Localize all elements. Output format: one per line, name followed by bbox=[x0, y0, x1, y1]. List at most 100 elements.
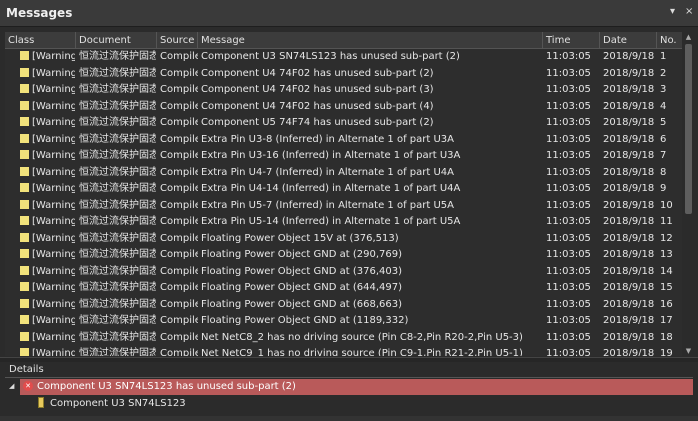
document-cell: 恒流过流保护固态 bbox=[79, 331, 156, 343]
number-cell: 8 bbox=[660, 166, 667, 178]
table-row[interactable]: [Warning 恒流过流保护固态 CompilerFloating Power O… bbox=[5, 313, 682, 330]
column-header-source[interactable]: Source bbox=[157, 32, 198, 49]
class-label: [Warning bbox=[32, 67, 75, 79]
class-cell: [Warning bbox=[5, 280, 75, 297]
bottom-edge bbox=[0, 416, 698, 421]
document-cell: 恒流过流保护固态 bbox=[79, 232, 156, 244]
component-icon bbox=[38, 397, 44, 408]
table-row[interactable]: [Warning 恒流过流保护固态 CompilerComponent U3 SN7… bbox=[5, 49, 682, 66]
table-row[interactable]: [Warning 恒流过流保护固态 CompilerComponent U4 74F… bbox=[5, 99, 682, 116]
message-cell: Extra Pin U5-14 (Inferred) in Alternate … bbox=[201, 216, 461, 227]
time-cell: 11:03:05 bbox=[546, 216, 591, 227]
class-label: [Warning bbox=[32, 51, 75, 62]
document-cell: 恒流过流保护固态 bbox=[79, 133, 156, 145]
class-label: [Warning bbox=[32, 133, 75, 145]
document-cell: 恒流过流保护固态 bbox=[79, 265, 156, 277]
source-cell: Compiler bbox=[160, 216, 198, 227]
source-cell: Compiler bbox=[160, 133, 198, 145]
time-cell: 11:03:05 bbox=[546, 166, 591, 178]
class-label: [Warning bbox=[32, 199, 75, 211]
table-row[interactable]: [Warning 恒流过流保护固态 CompilerNet NetC8_2 has … bbox=[5, 330, 682, 347]
document-cell: 恒流过流保护固态 bbox=[79, 315, 156, 326]
source-cell: Compiler bbox=[160, 117, 198, 128]
details-title: Details bbox=[9, 364, 44, 375]
number-cell: 14 bbox=[660, 265, 673, 277]
message-cell: Floating Power Object GND at (290,769) bbox=[201, 249, 402, 260]
dropdown-arrow-icon[interactable]: ▾ bbox=[670, 6, 675, 17]
warning-icon bbox=[20, 67, 29, 77]
close-icon[interactable]: × bbox=[685, 6, 693, 17]
table-row[interactable]: [Warning 恒流过流保护固态 CompilerFloating Power O… bbox=[5, 231, 682, 248]
time-cell: 11:03:05 bbox=[546, 199, 591, 211]
warning-icon bbox=[20, 150, 29, 159]
source-cell: Compiler bbox=[160, 265, 198, 277]
table-row[interactable]: [Warning 恒流过流保护固态 CompilerFloating Power O… bbox=[5, 280, 682, 297]
expand-triangle-icon[interactable]: ◢ bbox=[9, 382, 14, 390]
column-header-message[interactable]: Message bbox=[198, 32, 543, 49]
scroll-up-arrow-icon[interactable]: ▲ bbox=[683, 32, 694, 42]
warning-icon bbox=[20, 84, 29, 93]
details-message: Component U3 SN74LS123 has unused sub-pa… bbox=[37, 381, 296, 392]
source-cell: Compiler bbox=[160, 51, 198, 62]
document-cell: 恒流过流保护固态 bbox=[79, 117, 156, 128]
table-row[interactable]: [Warning 恒流过流保护固态 CompilerExtra Pin U4-14 … bbox=[5, 181, 682, 198]
table-row[interactable]: [Warning 恒流过流保护固态 CompilerNet NetC9_1 has … bbox=[5, 346, 682, 356]
time-cell: 11:03:05 bbox=[546, 150, 591, 161]
date-cell: 2018/9/18 bbox=[603, 232, 655, 244]
table-row[interactable]: [Warning 恒流过流保护固态 CompilerExtra Pin U5-7 (… bbox=[5, 198, 682, 215]
table-row[interactable]: [Warning 恒流过流保护固态 CompilerExtra Pin U5-14 … bbox=[5, 214, 682, 231]
class-cell: [Warning bbox=[5, 214, 75, 231]
time-cell: 11:03:05 bbox=[546, 51, 591, 62]
warning-icon bbox=[20, 216, 29, 225]
scroll-down-arrow-icon[interactable]: ▼ bbox=[683, 346, 694, 356]
number-cell: 2 bbox=[660, 67, 667, 79]
table-row[interactable]: [Warning 恒流过流保护固态 CompilerComponent U5 74F… bbox=[5, 115, 682, 132]
class-cell: [Warning bbox=[5, 115, 75, 132]
table-row[interactable]: [Warning 恒流过流保护固态 CompilerExtra Pin U3-16 … bbox=[5, 148, 682, 165]
table-row[interactable]: [Warning 恒流过流保护固态 CompilerExtra Pin U4-7 (… bbox=[5, 165, 682, 182]
table-row[interactable]: [Warning 恒流过流保护固态 CompilerFloating Power O… bbox=[5, 264, 682, 281]
table-row[interactable]: [Warning 恒流过流保护固态 CompilerExtra Pin U3-8 (… bbox=[5, 132, 682, 149]
time-cell: 11:03:05 bbox=[546, 100, 591, 112]
table-row[interactable]: [Warning 恒流过流保护固态 CompilerFloating Power O… bbox=[5, 297, 682, 314]
warning-icon bbox=[20, 183, 29, 192]
source-cell: Compiler bbox=[160, 100, 198, 112]
date-cell: 2018/9/18 bbox=[603, 348, 655, 356]
grid-rows: [Warning恒流过流保护固态CompilerComponent U3 SN7… bbox=[5, 49, 682, 356]
message-cell: Extra Pin U5-7 (Inferred) in Alternate 1… bbox=[201, 199, 454, 211]
time-cell: 11:03:05 bbox=[546, 84, 591, 95]
column-header-class[interactable]: Class bbox=[5, 32, 76, 49]
vertical-scrollbar[interactable]: ▲ ▼ bbox=[683, 32, 694, 356]
date-cell: 2018/9/18 bbox=[603, 298, 655, 310]
class-cell: [Warning bbox=[5, 297, 75, 314]
class-cell: [Warning bbox=[5, 148, 75, 165]
table-row[interactable]: [Warning 恒流过流保护固态 CompilerComponent U4 74F… bbox=[5, 66, 682, 83]
table-row[interactable]: [Warning 恒流过流保护固态 CompilerFloating Power O… bbox=[5, 247, 682, 264]
column-header-date[interactable]: Date bbox=[600, 32, 657, 49]
class-label: [Warning bbox=[32, 117, 75, 128]
scroll-thumb[interactable] bbox=[685, 44, 692, 214]
document-cell: 恒流过流保护固态 bbox=[79, 298, 156, 310]
number-cell: 11 bbox=[660, 216, 673, 227]
details-child-item[interactable]: Component U3 SN74LS123 bbox=[50, 397, 186, 411]
warning-icon bbox=[20, 100, 29, 110]
number-cell: 4 bbox=[660, 100, 667, 112]
panel-splitter[interactable] bbox=[0, 357, 698, 362]
document-cell: 恒流过流保护固态 bbox=[79, 100, 156, 112]
time-cell: 11:03:05 bbox=[546, 249, 591, 260]
warning-icon bbox=[20, 331, 29, 341]
class-cell: [Warning bbox=[5, 264, 75, 281]
table-row[interactable]: [Warning 恒流过流保护固态 CompilerComponent U4 74F… bbox=[5, 82, 682, 99]
column-header-time[interactable]: Time bbox=[543, 32, 600, 49]
warning-icon bbox=[20, 249, 29, 258]
date-cell: 2018/9/18 bbox=[603, 133, 655, 145]
time-cell: 11:03:05 bbox=[546, 117, 591, 128]
column-header-document[interactable]: Document bbox=[76, 32, 157, 49]
number-cell: 17 bbox=[660, 315, 673, 326]
class-label: [Warning bbox=[32, 282, 75, 293]
class-label: [Warning bbox=[32, 331, 75, 343]
message-cell: Net NetC9_1 has no driving source (Pin C… bbox=[201, 348, 523, 356]
source-cell: Compiler bbox=[160, 315, 198, 326]
column-header-no[interactable]: No. bbox=[657, 32, 682, 49]
class-label: [Warning bbox=[32, 348, 75, 356]
